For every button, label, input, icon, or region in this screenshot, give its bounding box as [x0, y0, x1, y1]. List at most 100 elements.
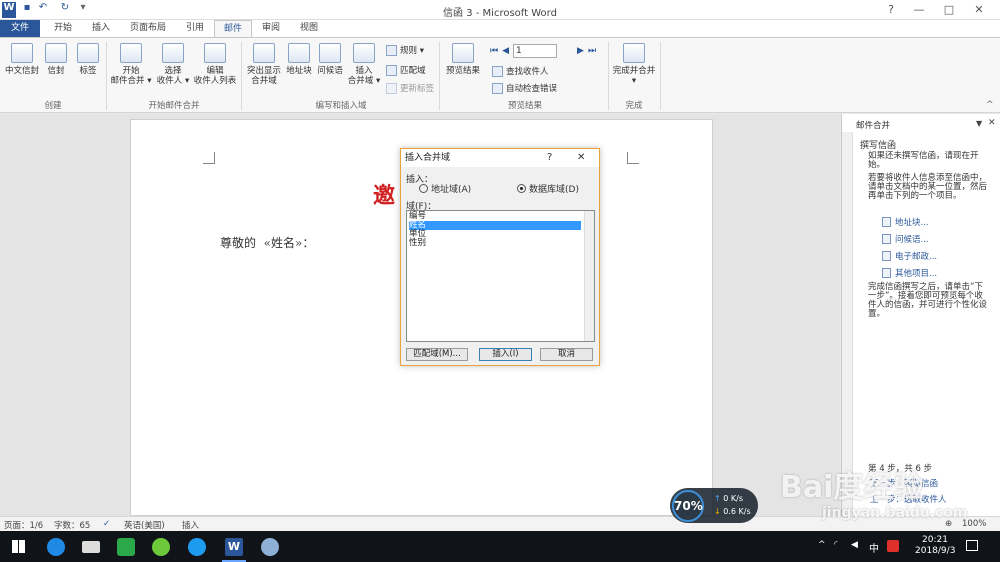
- find-recipient-button[interactable]: 查找收件人: [492, 65, 549, 77]
- group-divider: [106, 42, 107, 110]
- last-record-icon[interactable]: ⏭: [588, 46, 596, 56]
- tab-review[interactable]: 审阅: [254, 20, 288, 37]
- pane-paragraph: 如果还未撰写信函，请现在开始。: [868, 151, 979, 170]
- match-fields-dialog-button[interactable]: 匹配域(M)...: [406, 348, 468, 361]
- check-errors-icon: [492, 82, 503, 94]
- word-count[interactable]: 字数：65: [54, 519, 90, 531]
- volume-icon[interactable]: ◀: [851, 540, 858, 550]
- address-field-radio[interactable]: 地址域(A): [419, 182, 471, 195]
- ribbon: 中文信封 信封 标签 创建 开始 邮件合并 ▾ 选择 收件人 ▾ 编辑 收件人列…: [0, 37, 1000, 113]
- tray-expand-icon[interactable]: ^: [818, 540, 826, 550]
- pane-close-icon[interactable]: ✕: [988, 118, 996, 128]
- clock[interactable]: 20:21 2018/9/3: [915, 535, 955, 557]
- minimize-button[interactable]: —: [904, 0, 934, 20]
- address-field-label: 地址域(A): [431, 185, 472, 195]
- clock-date: 2018/9/3: [915, 546, 956, 556]
- language-indicator[interactable]: 英语(美国): [124, 519, 165, 531]
- insert-button[interactable]: 插入(I): [479, 348, 532, 361]
- fields-listbox[interactable]: 编号 姓名 单位 性别: [406, 210, 595, 342]
- tab-mailings[interactable]: 邮件: [214, 20, 252, 37]
- list-item[interactable]: 性别: [409, 239, 581, 248]
- tab-view[interactable]: 视图: [292, 20, 326, 37]
- help-button[interactable]: ?: [876, 0, 906, 20]
- link-greeting-line[interactable]: 问候语...: [882, 233, 929, 245]
- pane-title: 邮件合并: [856, 121, 891, 131]
- link-label: 地址块...: [895, 218, 929, 228]
- previous-record-icon[interactable]: ◀: [502, 46, 509, 56]
- pane-scrollbar[interactable]: [842, 132, 853, 516]
- cancel-button[interactable]: 取消: [540, 348, 593, 361]
- watermark-brand: Bai度经验: [780, 470, 924, 505]
- app-k-icon[interactable]: [47, 538, 65, 556]
- ime-indicator[interactable]: 中: [869, 540, 879, 555]
- record-number-input[interactable]: 1: [513, 44, 558, 58]
- database-field-radio[interactable]: 数据库域(D): [517, 182, 579, 195]
- list-item[interactable]: 编号: [409, 212, 581, 221]
- record-navigator: ⏮ ◀ 1 ▶ ⏭: [490, 44, 596, 58]
- tab-insert[interactable]: 插入: [84, 20, 118, 37]
- window-title: 信函 3 - Microsoft Word: [443, 8, 557, 19]
- tab-page-layout[interactable]: 页面布局: [124, 20, 172, 37]
- mail-icon[interactable]: [82, 541, 100, 553]
- radio-selected-icon: [517, 184, 526, 193]
- tab-references[interactable]: 引用: [178, 20, 212, 37]
- media-player-icon[interactable]: [117, 538, 135, 556]
- radio-icon: [419, 184, 428, 193]
- margin-corner: [627, 152, 639, 164]
- network-tray-icon[interactable]: ◜: [834, 540, 838, 550]
- windows-start-icon[interactable]: [12, 540, 25, 553]
- proofing-icon[interactable]: ✓: [103, 519, 110, 529]
- word-taskbar-icon[interactable]: W: [225, 538, 243, 556]
- link-label: 问候语...: [895, 235, 929, 245]
- highlight-merge-fields-button[interactable]: 突出显示 合并域: [244, 43, 284, 86]
- chinese-envelope-button[interactable]: 中文信封: [4, 43, 40, 76]
- next-record-icon[interactable]: ▶: [577, 46, 584, 56]
- link-electronic-postage[interactable]: 电子邮政...: [882, 250, 937, 262]
- notification-icon[interactable]: [966, 540, 978, 551]
- paint-tool-icon[interactable]: [261, 538, 279, 556]
- update-labels-button[interactable]: 更新标签: [386, 82, 434, 94]
- highlight-icon: [253, 43, 275, 63]
- greeting-line-button[interactable]: 问候语: [314, 43, 346, 76]
- insert-mode-indicator[interactable]: 插入: [182, 519, 199, 531]
- list-item[interactable]: 单位: [409, 230, 581, 239]
- link-more-items[interactable]: 其他项目...: [882, 267, 937, 279]
- match-fields-button[interactable]: 匹配域: [386, 64, 426, 76]
- maximize-button[interactable]: □: [934, 0, 964, 20]
- insert-merge-field-button[interactable]: 插入 合并域 ▾: [346, 43, 382, 86]
- update-labels-label: 更新标签: [400, 84, 435, 94]
- browser-icon[interactable]: [188, 538, 206, 556]
- tab-file[interactable]: 文件: [0, 20, 40, 37]
- rules-button[interactable]: 规则 ▾: [386, 44, 424, 56]
- group-divider: [439, 42, 440, 110]
- memory-usage-circle[interactable]: 70%: [672, 490, 704, 522]
- finish-label-2: ▾: [631, 76, 637, 86]
- preview-results-button[interactable]: 预览结果: [442, 43, 484, 76]
- link-address-block[interactable]: 地址块...: [882, 216, 929, 228]
- tab-home[interactable]: 开始: [46, 20, 80, 37]
- edit-list-icon: [204, 43, 226, 63]
- first-record-icon[interactable]: ⏮: [490, 46, 498, 56]
- dialog-help-button[interactable]: ?: [547, 152, 552, 163]
- labels-button[interactable]: 标签: [74, 43, 102, 76]
- envelope-button[interactable]: 信封: [42, 43, 70, 76]
- upload-arrow-icon: ↑: [714, 494, 721, 503]
- edit-recipient-list-button[interactable]: 编辑 收件人列表: [192, 43, 238, 86]
- sogou-ime-icon[interactable]: [887, 540, 899, 552]
- greeting-icon: [319, 43, 341, 63]
- start-mail-merge-button[interactable]: 开始 邮件合并 ▾: [110, 43, 152, 86]
- finish-merge-button[interactable]: 完成并合并 ▾: [610, 43, 658, 86]
- page-count[interactable]: 页面：1/6: [4, 519, 43, 531]
- select-recipients-button[interactable]: 选择 收件人 ▾: [154, 43, 192, 86]
- pane-menu-icon[interactable]: ▼: [976, 119, 982, 128]
- dialog-close-button[interactable]: ✕: [577, 152, 585, 163]
- listbox-scrollbar[interactable]: [584, 211, 594, 341]
- labels-label: 标签: [79, 66, 97, 76]
- list-item-selected[interactable]: 姓名: [409, 221, 581, 230]
- group-create-label: 创建: [44, 101, 62, 111]
- address-block-button[interactable]: 地址块: [284, 43, 314, 76]
- auto-check-errors-button[interactable]: 自动检查错误: [492, 82, 557, 94]
- browser-360-icon[interactable]: [152, 538, 170, 556]
- close-button[interactable]: ✕: [964, 0, 994, 20]
- collapse-ribbon-icon[interactable]: ^: [986, 100, 994, 110]
